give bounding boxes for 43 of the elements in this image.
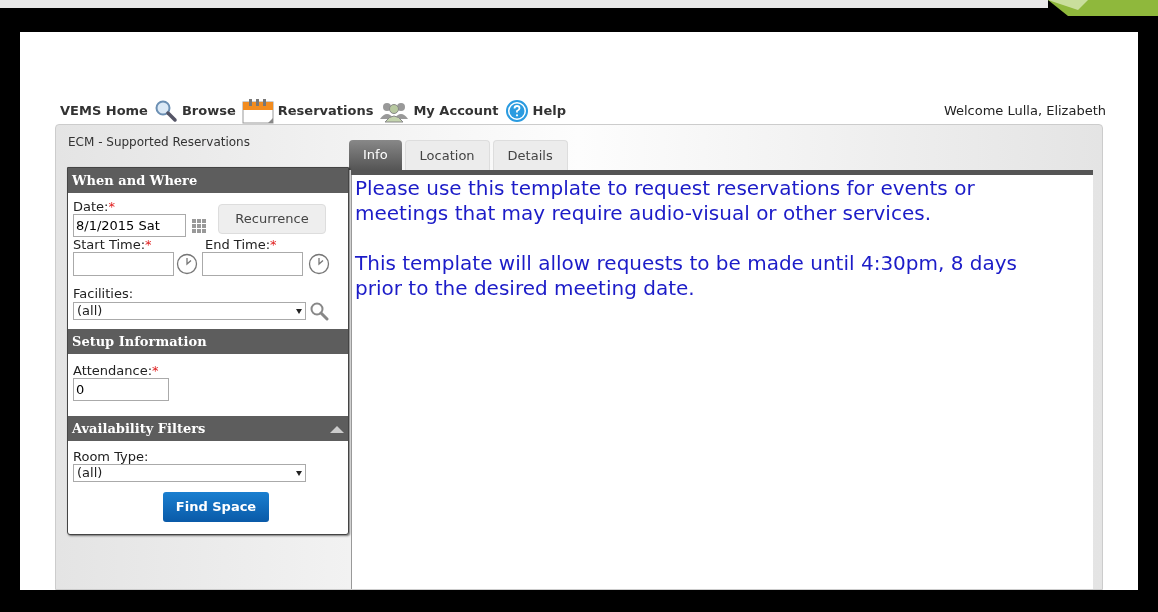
nav-link[interactable]: Help [532,101,566,121]
required-marker: * [152,363,159,378]
calendar-grid-icon[interactable] [192,218,206,233]
help-icon[interactable] [504,99,529,123]
caret-icon [296,470,302,476]
required-marker: * [270,237,277,252]
start-time-field[interactable] [73,252,174,276]
attendance-field[interactable]: 0 [73,378,169,401]
end-time-field[interactable] [202,252,303,276]
info-paragraph: Please use this template to request reservations for events or meetings that may require audio-visual or other services. [355,176,976,226]
field-label: Facilities: [73,286,134,301]
date-field[interactable]: 8/1/2015 Sat [73,214,186,237]
field-label: Attendance: [73,363,153,378]
panel-title: ECM - Supported Reservations [68,135,250,149]
required-marker: * [108,199,115,214]
tab[interactable]: Details [492,140,568,170]
section-title: When and Where [72,171,198,190]
search-icon[interactable] [309,301,329,321]
search-icon[interactable] [153,99,178,123]
welcome-text: Welcome Lulla, Elizabeth [943,102,1106,121]
field-label: End Time: [205,237,271,252]
clock-icon[interactable] [176,253,198,275]
collapse-toggle-icon[interactable] [330,424,344,433]
nav-link[interactable]: Browse [181,101,236,121]
nav-link[interactable]: VEMS Home [60,101,148,121]
dropdown[interactable]: (all) [73,464,306,482]
calendar-icon[interactable] [241,98,274,124]
nav-link[interactable]: Reservations [277,101,374,121]
caret-icon [296,308,302,314]
clock-icon[interactable] [308,253,330,275]
recurrence-button[interactable]: Recurrence [218,203,326,234]
required-marker: * [145,237,152,252]
dropdown[interactable]: (all) [73,302,306,320]
tab[interactable]: Info [349,140,402,170]
info-paragraph: This template will allow requests to be made until 4:30pm, 8 days prior to the desired meeting date. [355,251,1019,301]
field-label: Date: [73,199,109,214]
section-title: Availability Filters [72,419,206,438]
field-label: Start Time: [73,237,146,252]
find-space-button[interactable]: Find Space [163,492,269,522]
tab[interactable]: Location [404,140,490,170]
section-title: Setup Information [72,332,207,351]
field-label: Room Type: [73,449,149,464]
nav-link[interactable]: My Account [413,101,499,121]
